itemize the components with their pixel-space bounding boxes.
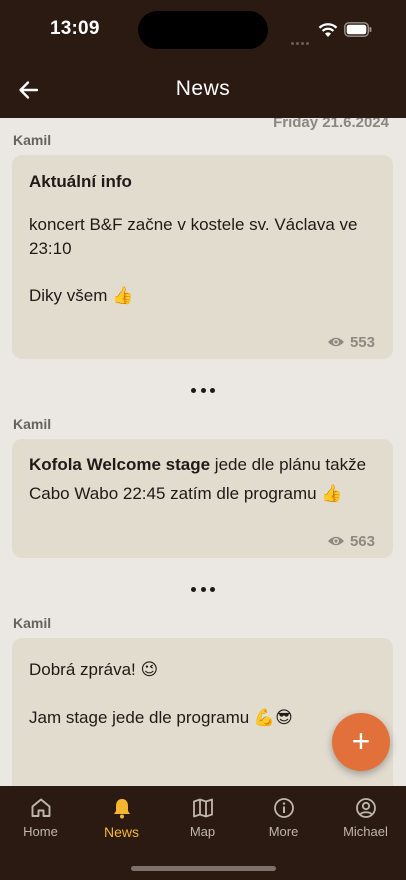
post-body-line: Diky všem 👍 <box>29 286 134 305</box>
tab-more[interactable]: More <box>243 796 324 839</box>
post-author: Kamil <box>13 615 52 631</box>
post-heading: Kofola Welcome stage <box>29 455 211 474</box>
page-title: News <box>175 77 231 100</box>
tab-label: Map <box>189 824 216 839</box>
tab-news[interactable]: News <box>81 796 162 840</box>
home-icon <box>31 798 50 817</box>
battery-icon <box>344 22 372 37</box>
post-body-line: koncert B&F začne v kostele sv. Václava … <box>29 215 358 234</box>
post-author: Kamil <box>13 132 52 148</box>
bell-icon <box>113 799 130 819</box>
signal-icon <box>291 32 313 45</box>
post-body-line: Jam stage jede dle programu 💪😎 <box>29 708 293 727</box>
eye-icon <box>327 337 344 347</box>
view-count-value: 553 <box>349 333 375 351</box>
post-body-line: 23:10 <box>29 239 72 258</box>
user-icon <box>355 798 376 818</box>
news-card[interactable]: Kofola Welcome stage jede dle plánu takž… <box>12 439 393 558</box>
tab-map[interactable]: Map <box>162 796 243 839</box>
app-bar: News <box>0 62 406 118</box>
view-count: 553 <box>327 333 375 351</box>
tab-label: Michael <box>343 824 388 839</box>
tab-label: Home <box>23 824 58 839</box>
tab-label: News <box>103 824 139 840</box>
tab-profile[interactable]: Michael <box>325 796 406 839</box>
info-icon <box>273 798 294 818</box>
add-post-button[interactable]: + <box>332 713 390 771</box>
post-body-line: Kofola Welcome stage jede dle plánu takž… <box>29 453 379 477</box>
post-body-line: Cabo Wabo 22:45 zatím dle programu 👍 <box>29 484 343 503</box>
view-count-value: 563 <box>349 532 375 550</box>
news-card[interactable]: Dobrá zpráva! 😉 Jam stage jede dle progr… <box>12 638 393 786</box>
date-label: Friday 21.6.2024 <box>273 118 389 131</box>
view-count: 563 <box>327 532 375 550</box>
post-heading: Aktuální info <box>29 172 132 191</box>
map-icon <box>192 798 213 818</box>
news-card[interactable]: Aktuální info koncert B&F začne v kostel… <box>12 155 393 359</box>
post-author: Kamil <box>13 416 52 432</box>
eye-icon <box>327 536 344 546</box>
home-indicator[interactable] <box>131 866 276 871</box>
wifi-icon <box>318 23 338 37</box>
more-options-icon[interactable] <box>191 386 215 394</box>
dynamic-island <box>138 11 268 49</box>
post-body-line: Dobrá zpráva! 😉 <box>29 660 159 679</box>
post-body-inline: jede dle plánu takže <box>210 455 367 474</box>
news-feed[interactable]: Friday 21.6.2024 Kamil Aktuální info kon… <box>0 118 406 786</box>
tab-label: More <box>268 824 299 839</box>
status-bar: 13:09 <box>0 0 406 62</box>
more-options-icon[interactable] <box>191 585 215 593</box>
tab-home[interactable]: Home <box>0 796 81 839</box>
status-time: 13:09 <box>50 18 100 39</box>
